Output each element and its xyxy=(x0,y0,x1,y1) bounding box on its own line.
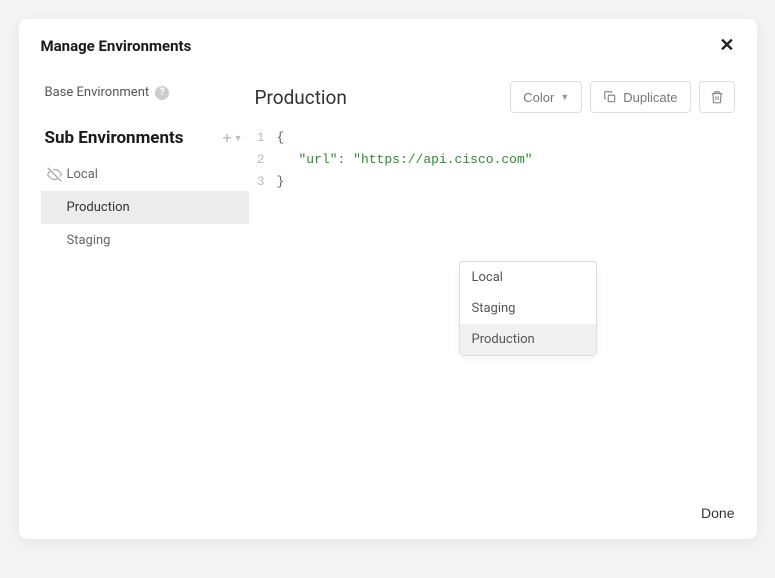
modal-body: Base Environment ? Sub Environments + ▼ xyxy=(19,65,757,491)
base-environment-row[interactable]: Base Environment ? xyxy=(41,85,249,128)
sub-environments-title: Sub Environments xyxy=(45,128,184,148)
sidebar-item-local[interactable]: Local xyxy=(41,158,249,191)
duplicate-icon xyxy=(603,90,617,104)
editor-line: 3 } xyxy=(255,171,735,193)
sidebar-item-production[interactable]: Production xyxy=(41,191,249,224)
duplicate-label: Duplicate xyxy=(623,90,677,105)
editor-line: 1 { xyxy=(255,127,735,149)
code-string: "https://api.cisco.com" xyxy=(353,152,532,167)
hidden-icon xyxy=(47,167,63,182)
sidebar-item-label: Local xyxy=(67,167,98,182)
code-brace: { xyxy=(277,130,285,145)
modal-footer: Done xyxy=(19,491,757,539)
main-panel: Production Color ▼ Duplicate xyxy=(249,65,745,491)
sidebar-item-staging[interactable]: Staging xyxy=(41,224,249,257)
duplicate-button[interactable]: Duplicate xyxy=(590,81,690,113)
main-header: Production Color ▼ Duplicate xyxy=(255,81,735,113)
color-picker-button[interactable]: Color ▼ xyxy=(510,81,582,113)
json-editor[interactable]: 1 { 2 "url": "https://api.cisco.com" 3 } xyxy=(255,127,735,193)
manage-environments-modal: Manage Environments ✕ Base Environment ?… xyxy=(19,19,757,539)
caret-down-icon: ▼ xyxy=(234,133,243,144)
done-button[interactable]: Done xyxy=(701,505,734,521)
base-environment-label: Base Environment xyxy=(45,85,150,100)
modal-title: Manage Environments xyxy=(41,37,192,55)
delete-button[interactable] xyxy=(699,81,735,113)
dropdown-item-staging[interactable]: Staging xyxy=(460,293,596,324)
editor-line: 2 "url": "https://api.cisco.com" xyxy=(255,149,735,171)
line-number: 1 xyxy=(255,127,277,149)
trash-icon xyxy=(710,90,724,104)
add-environment-button[interactable]: + ▼ xyxy=(223,130,243,146)
code-colon: : xyxy=(338,152,346,167)
help-icon[interactable]: ? xyxy=(155,86,169,100)
plus-icon: + xyxy=(223,130,232,146)
line-number: 3 xyxy=(255,171,277,193)
caret-down-icon: ▼ xyxy=(560,92,569,102)
line-number: 2 xyxy=(255,149,277,171)
sidebar: Base Environment ? Sub Environments + ▼ xyxy=(31,65,249,491)
toolbar: Color ▼ Duplicate xyxy=(510,81,734,113)
environment-dropdown: Local Staging Production xyxy=(459,261,597,356)
dropdown-item-production[interactable]: Production xyxy=(460,324,596,355)
code-key: "url" xyxy=(299,152,338,167)
color-label: Color xyxy=(523,90,554,105)
modal-header: Manage Environments ✕ xyxy=(19,19,757,65)
environment-list: Local Production Staging xyxy=(41,158,249,257)
environment-name[interactable]: Production xyxy=(255,86,347,109)
sidebar-item-label: Production xyxy=(67,200,130,215)
dropdown-item-local[interactable]: Local xyxy=(460,262,596,293)
sidebar-item-label: Staging xyxy=(67,233,111,248)
close-button[interactable]: ✕ xyxy=(719,37,734,55)
code-brace: } xyxy=(277,174,285,189)
sub-environments-header: Sub Environments + ▼ xyxy=(41,128,249,158)
